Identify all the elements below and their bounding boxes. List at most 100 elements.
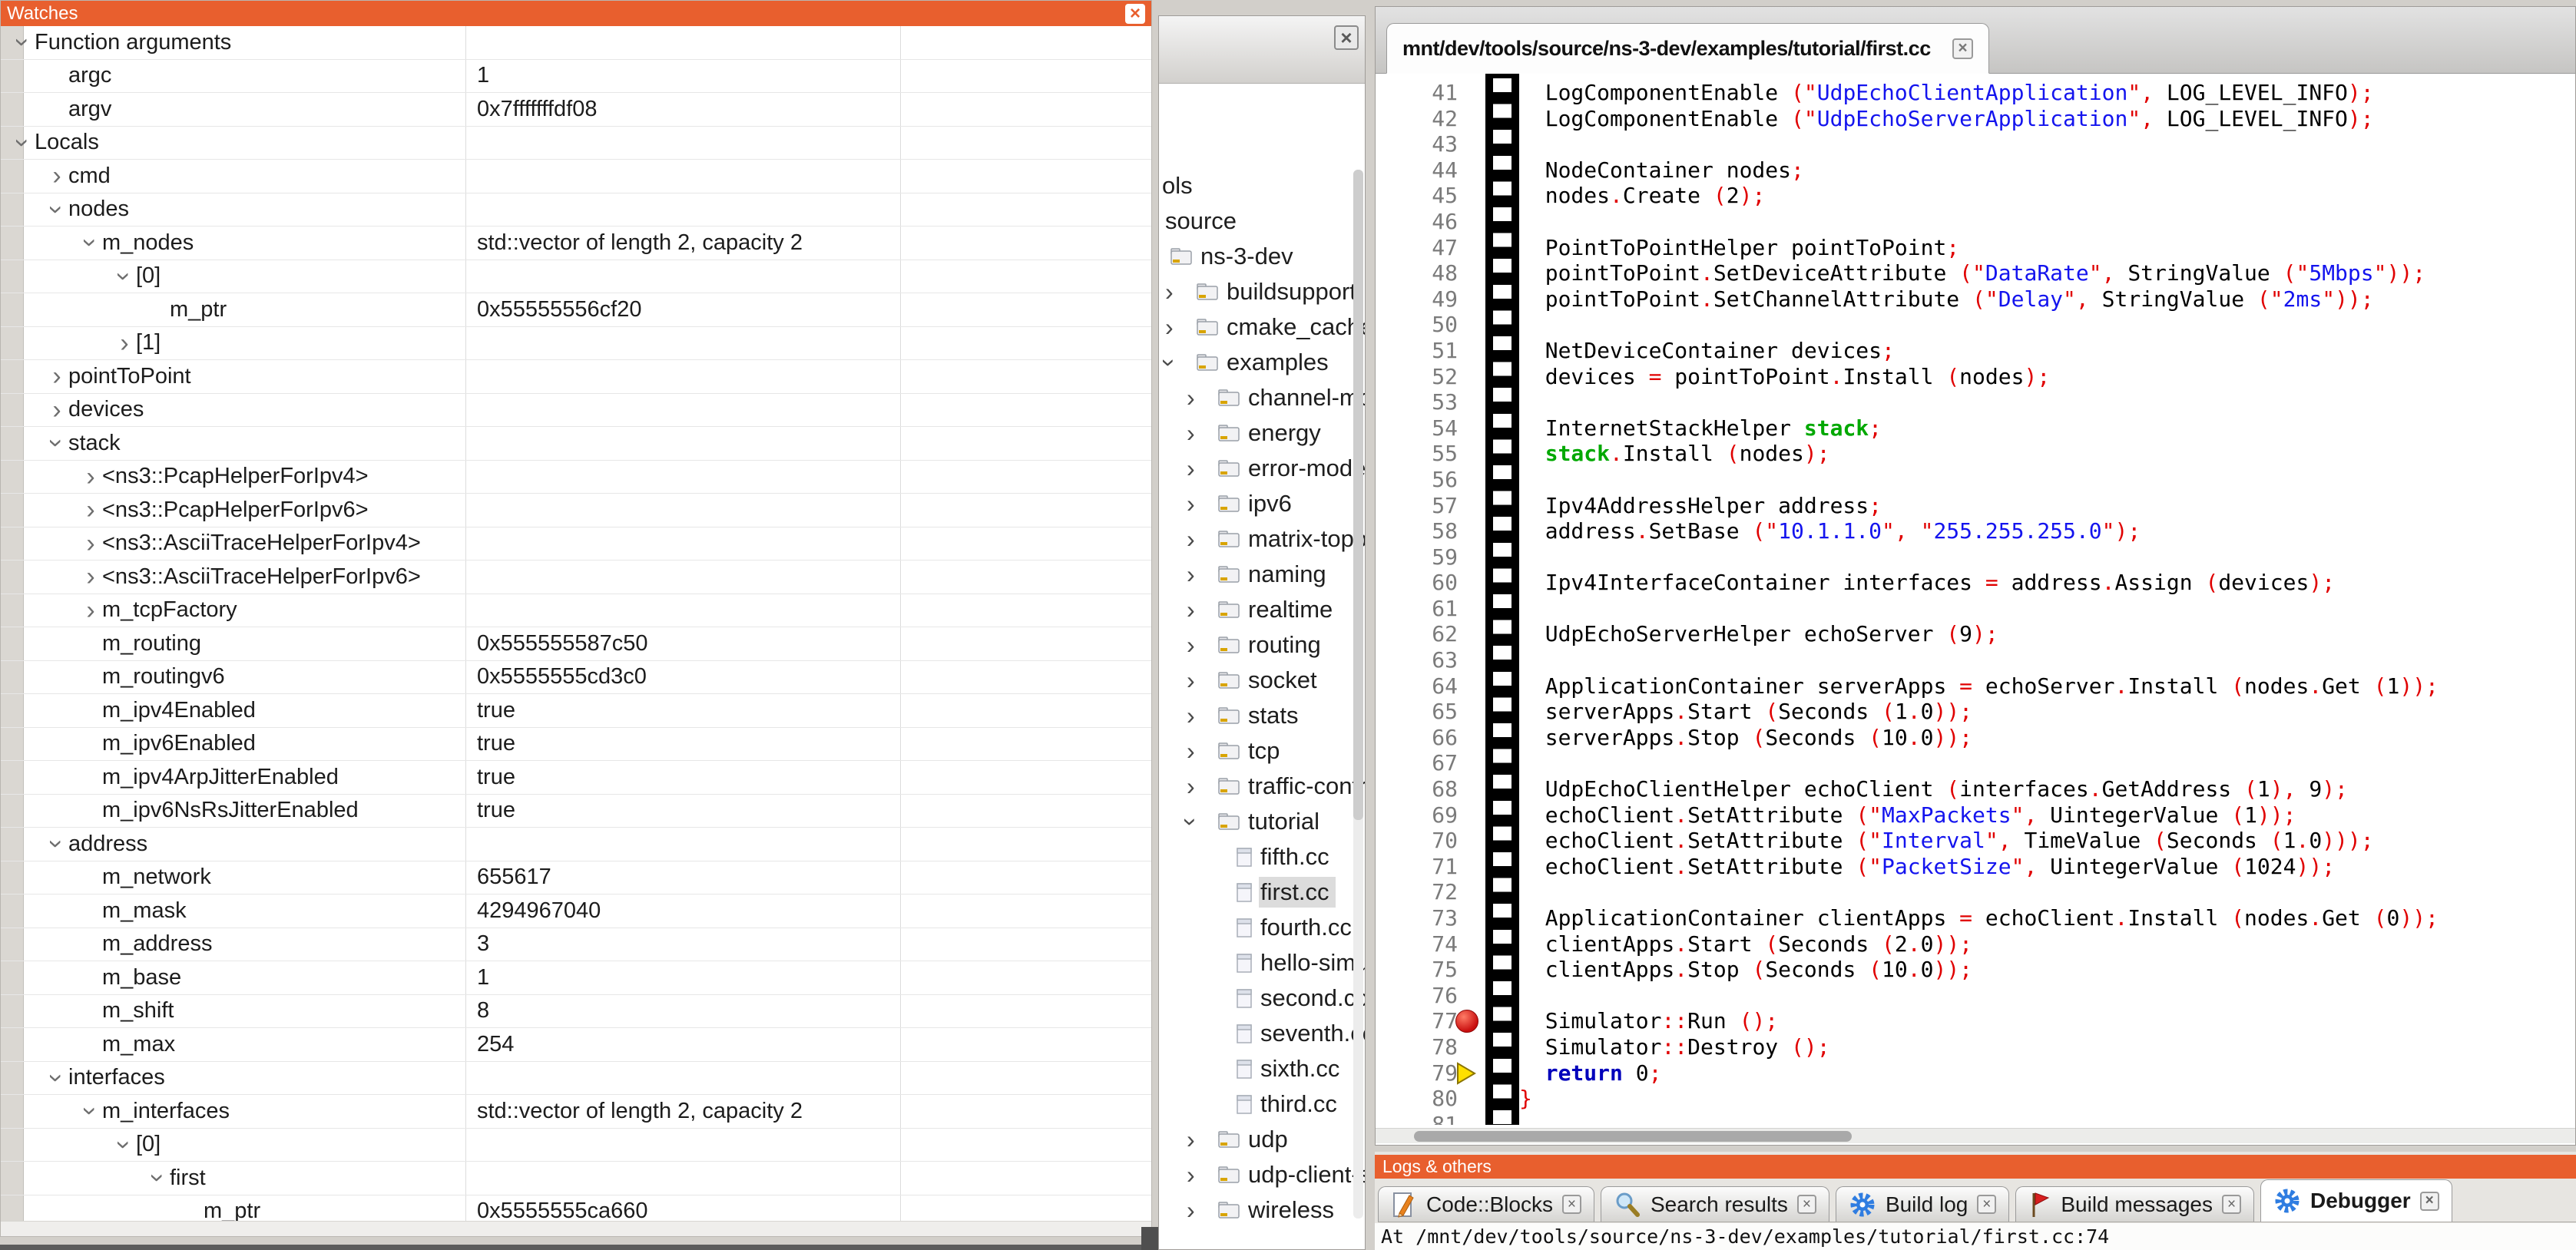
tree-item-cmake-cache[interactable]: cmake_cache	[1159, 309, 1365, 345]
watch-row[interactable]: m_shift8	[1, 995, 1151, 1029]
code-line[interactable]: 54 InternetStackHelper stack;	[1376, 415, 2575, 441]
watch-row[interactable]: nodes	[1, 193, 1151, 227]
code-line[interactable]: 43	[1376, 131, 2575, 157]
chevron-right-icon[interactable]	[79, 532, 102, 555]
line-number[interactable]: 66	[1376, 725, 1458, 751]
tree-item-fourth-cc[interactable]: fourth.cc	[1159, 910, 1365, 945]
chevron-down-icon[interactable]	[45, 1066, 68, 1090]
chevron-down-icon[interactable]	[12, 131, 35, 154]
code-line[interactable]: 80}	[1376, 1086, 2575, 1112]
line-number[interactable]: 76	[1376, 983, 1458, 1009]
tree-item-udp-client-ser[interactable]: udp-client-ser	[1159, 1157, 1365, 1192]
code-line[interactable]: 59	[1376, 544, 2575, 570]
line-number[interactable]: 55	[1376, 441, 1458, 467]
tree-item-seventh-cc[interactable]: seventh.cc	[1159, 1016, 1365, 1051]
code-line[interactable]: 67	[1376, 750, 2575, 776]
tree-item-second-cc[interactable]: second.cc	[1159, 980, 1365, 1016]
watch-row[interactable]: [1]	[1, 327, 1151, 361]
line-number[interactable]: 65	[1376, 699, 1458, 725]
watch-row[interactable]: Function arguments	[1, 26, 1151, 60]
tree-item-examples[interactable]: examples	[1159, 345, 1365, 380]
code-line[interactable]: 49 pointToPoint.SetChannelAttribute ("De…	[1376, 286, 2575, 312]
code-line[interactable]: 47 PointToPointHelper pointToPoint;	[1376, 235, 2575, 261]
tree-item-hello-simul[interactable]: hello-simul	[1159, 945, 1365, 980]
chevron-right-icon[interactable]	[1184, 596, 1217, 624]
watch-row[interactable]: argv0x7fffffffdf08	[1, 93, 1151, 127]
watch-row[interactable]: devices	[1, 394, 1151, 428]
tree-item-third-cc[interactable]: third.cc	[1159, 1086, 1365, 1122]
line-number[interactable]: 54	[1376, 415, 1458, 441]
tree-item-sixth-cc[interactable]: sixth.cc	[1159, 1051, 1365, 1086]
logs-tab-code-blocks[interactable]: Code::Blocks	[1378, 1186, 1594, 1222]
watch-row[interactable]: m_ipv4ArpJitterEnabledtrue	[1, 761, 1151, 795]
watch-row[interactable]: <ns3::AsciiTraceHelperForIpv4>	[1, 527, 1151, 561]
chevron-down-icon[interactable]	[1184, 808, 1217, 836]
code-line[interactable]: 75 clientApps.Stop (Seconds (10.0));	[1376, 957, 2575, 983]
chevron-down-icon[interactable]	[79, 1100, 102, 1123]
chevron-right-icon[interactable]	[1162, 313, 1196, 342]
chevron-right-icon[interactable]	[1162, 278, 1196, 306]
tree-item-tutorial[interactable]: tutorial	[1159, 804, 1365, 839]
code-line[interactable]: 68 UdpEchoClientHelper echoClient (inter…	[1376, 776, 2575, 802]
tree-scrollbar-thumb[interactable]	[1353, 170, 1363, 820]
line-number[interactable]: 53	[1376, 389, 1458, 415]
code-line[interactable]: 45 nodes.Create (2);	[1376, 183, 2575, 209]
line-number[interactable]: 60	[1376, 570, 1458, 596]
chevron-right-icon[interactable]	[45, 164, 68, 187]
chevron-right-icon[interactable]	[45, 398, 68, 422]
line-number[interactable]: 77	[1376, 1008, 1458, 1034]
code-line[interactable]: 64 ApplicationContainer serverApps = ech…	[1376, 673, 2575, 699]
line-number[interactable]: 80	[1376, 1086, 1458, 1112]
code-line[interactable]: 63	[1376, 647, 2575, 673]
chevron-right-icon[interactable]	[1184, 666, 1217, 695]
code-line[interactable]: 70 echoClient.SetAttribute ("Interval", …	[1376, 828, 2575, 854]
code-line[interactable]: 58 address.SetBase ("10.1.1.0", "255.255…	[1376, 518, 2575, 544]
code-line[interactable]: 66 serverApps.Stop (Seconds (10.0));	[1376, 725, 2575, 751]
tree-item-socket[interactable]: socket	[1159, 663, 1365, 698]
logs-tab-search-results[interactable]: Search results	[1601, 1186, 1829, 1222]
tree-item-naming[interactable]: naming	[1159, 557, 1365, 592]
chevron-right-icon[interactable]	[1184, 419, 1217, 448]
close-icon[interactable]	[1125, 4, 1145, 24]
code-line[interactable]: 71 echoClient.SetAttribute ("PacketSize"…	[1376, 854, 2575, 880]
chevron-right-icon[interactable]	[1184, 561, 1217, 589]
tree-item-wireless[interactable]: wireless	[1159, 1192, 1365, 1228]
logs-tab-debugger[interactable]: Debugger	[2260, 1179, 2452, 1222]
logs-titlebar[interactable]: Logs & others	[1375, 1155, 2576, 1179]
line-number[interactable]: 48	[1376, 260, 1458, 286]
close-icon[interactable]	[1334, 25, 1359, 50]
watch-row[interactable]: m_interfacesstd::vector of length 2, cap…	[1, 1095, 1151, 1129]
watch-row[interactable]: argc1	[1, 60, 1151, 94]
watch-row[interactable]: Locals	[1, 127, 1151, 160]
line-number[interactable]: 47	[1376, 235, 1458, 261]
tree-item-error-model[interactable]: error-model	[1159, 451, 1365, 486]
code-line[interactable]: 41 LogComponentEnable ("UdpEchoClientApp…	[1376, 80, 2575, 106]
chevron-right-icon[interactable]	[79, 498, 102, 521]
line-number[interactable]: 45	[1376, 183, 1458, 209]
code-line[interactable]: 65 serverApps.Start (Seconds (1.0));	[1376, 699, 2575, 725]
line-number[interactable]: 41	[1376, 80, 1458, 106]
chevron-right-icon[interactable]	[1184, 525, 1217, 554]
line-number[interactable]: 72	[1376, 879, 1458, 905]
line-number[interactable]: 78	[1376, 1034, 1458, 1060]
logs-tab-build-messages[interactable]: Build messages	[2015, 1186, 2254, 1222]
line-number[interactable]: 67	[1376, 750, 1458, 776]
code-line[interactable]: 81	[1376, 1112, 2575, 1125]
tree-item-matrix-topolo[interactable]: matrix-topolo	[1159, 521, 1365, 557]
close-icon[interactable]	[2420, 1192, 2439, 1211]
breakpoint-icon[interactable]	[1455, 1010, 1478, 1033]
chevron-right-icon[interactable]	[79, 565, 102, 588]
line-number[interactable]: 57	[1376, 493, 1458, 519]
watch-row[interactable]: m_routingv60x5555555cd3c0	[1, 661, 1151, 695]
tree-item-traffic-contro[interactable]: traffic-contro	[1159, 769, 1365, 804]
tree-item-ns-3-dev[interactable]: ns-3-dev	[1159, 239, 1365, 274]
chevron-down-icon[interactable]	[1162, 349, 1196, 377]
watch-row[interactable]: interfaces	[1, 1062, 1151, 1096]
line-number[interactable]: 74	[1376, 931, 1458, 957]
watch-row[interactable]: m_ptr0x55555556cf20	[1, 293, 1151, 327]
code-line[interactable]: 46	[1376, 209, 2575, 235]
logs-tab-build-log[interactable]: Build log	[1836, 1186, 2009, 1222]
close-icon[interactable]	[2222, 1195, 2241, 1214]
code-line[interactable]: 44 NodeContainer nodes;	[1376, 157, 2575, 184]
tree-item-first-cc[interactable]: first.cc	[1159, 875, 1365, 910]
